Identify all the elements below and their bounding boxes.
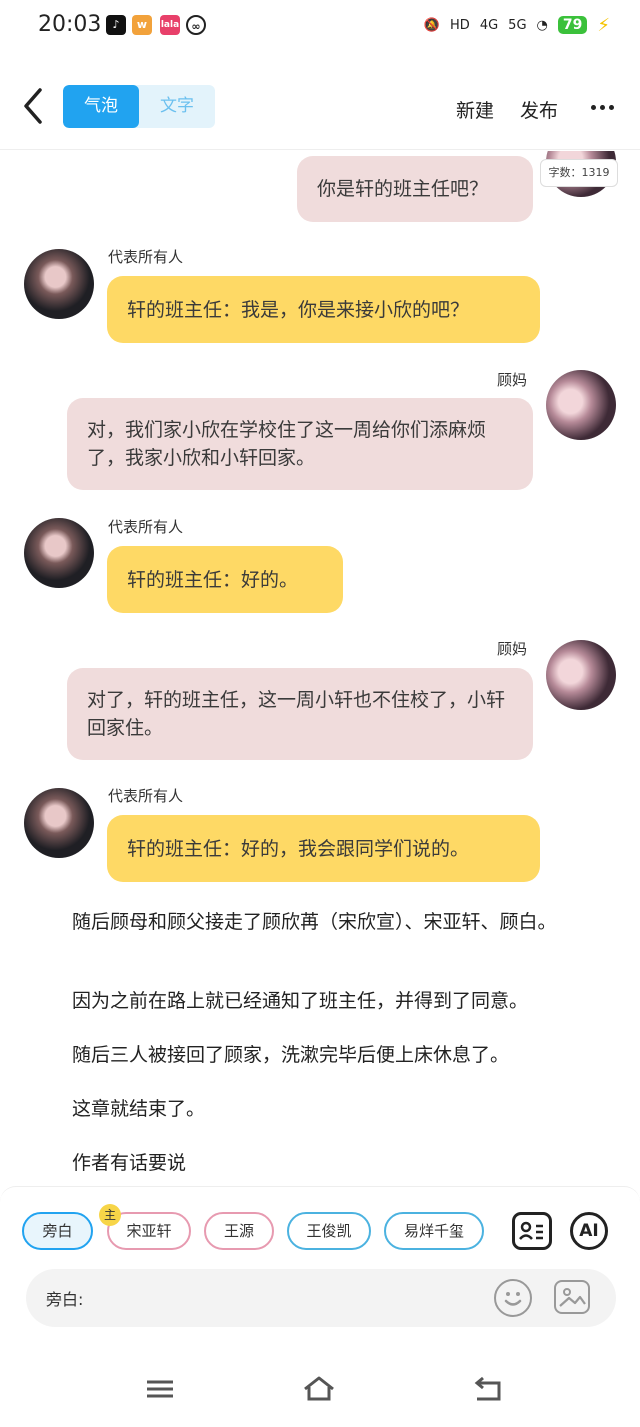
tab-bubble[interactable]: 气泡 (63, 85, 139, 128)
narration-paragraph[interactable]: 因为之前在路上就已经通知了班主任，并得到了同意。 (26, 987, 606, 1015)
sender-name: 代表所有人 (108, 248, 184, 266)
message-bubble[interactable]: 你是轩的班主任吧？ (297, 156, 533, 222)
system-nav-bar (0, 1352, 640, 1427)
avatar-everyone[interactable] (24, 249, 94, 319)
avatar-everyone[interactable] (24, 788, 94, 858)
sender-name: 顾妈 (497, 640, 528, 658)
weibo-icon: w (132, 15, 152, 35)
tiktok-icon: ♪ (106, 15, 126, 35)
menu-icon[interactable] (143, 1374, 177, 1404)
composer-panel: 旁白 宋亚轩 主 王源 王俊凯 易烊千玺 AI 旁白: (0, 1186, 640, 1351)
publish-button[interactable]: 发布 (520, 96, 558, 123)
tab-text[interactable]: 文字 (139, 85, 215, 128)
charging-icon: ⚡ (597, 14, 610, 36)
message-bubble[interactable]: 轩的班主任：好的。 (107, 546, 343, 613)
network-4g: 4G (479, 17, 499, 33)
network-5g: 5G (508, 17, 527, 33)
battery-level: 79 (557, 16, 588, 34)
mute-bell-icon: 🔕 (423, 17, 441, 33)
input-role-label: 旁白: (46, 1290, 84, 1309)
wifi-icon: ◔ (536, 17, 548, 33)
word-count-badge: 字数：1319 (540, 159, 618, 187)
chat-area: 你是轩的班主任吧？ 字数：1319 代表所有人 轩的班主任：我是，你是来接小欣的… (0, 151, 640, 1186)
narration-paragraph[interactable]: 随后三人被接回了顾家，洗漱完毕后便上床休息了。 (26, 1041, 606, 1069)
mode-switch: 气泡 文字 (63, 85, 215, 128)
sender-name: 代表所有人 (108, 518, 184, 536)
ai-button[interactable]: AI (570, 1212, 608, 1250)
narration-paragraph[interactable]: 随后顾母和顾父接走了顾欣苒（宋欣宣）、宋亚轩、顾白。 (26, 908, 606, 936)
back-arrow-icon[interactable] (18, 84, 50, 128)
narration-paragraph[interactable]: 作者有话要说 (26, 1149, 606, 1177)
avatar-everyone[interactable] (24, 518, 94, 588)
hd-label: HD (450, 17, 470, 33)
status-time: 20:03 (38, 12, 102, 37)
host-badge: 主 (99, 1204, 121, 1226)
character-card-icon[interactable] (512, 1212, 552, 1250)
lala-icon: lala (160, 15, 180, 35)
new-button[interactable]: 新建 (456, 96, 494, 123)
role-yi-yangqianxi[interactable]: 易烊千玺 (384, 1212, 484, 1250)
link-icon: ∞ (186, 15, 206, 35)
message-bubble[interactable]: 轩的班主任：好的，我会跟同学们说的。 (107, 815, 540, 882)
message-bubble[interactable]: 轩的班主任：我是，你是来接小欣的吧？ (107, 276, 540, 343)
message-bubble[interactable]: 对，我们家小欣在学校住了这一周给你们添麻烦了，我家小欣和小轩回家。 (67, 398, 533, 490)
status-indicators: 🔕 HD 4G 5G ◔ 79 ⚡ (424, 12, 610, 38)
top-bar: 气泡 文字 新建 发布 (0, 70, 640, 150)
image-icon[interactable] (554, 1280, 590, 1314)
role-narrator[interactable]: 旁白 (22, 1212, 93, 1250)
avatar-mom[interactable] (546, 370, 616, 440)
avatar-mom[interactable] (546, 640, 616, 710)
narration-paragraph[interactable]: 这章就结束了。 (26, 1095, 606, 1123)
emoji-icon[interactable] (494, 1279, 532, 1317)
sender-name: 代表所有人 (108, 787, 184, 805)
home-icon[interactable] (302, 1374, 336, 1404)
role-wang-junkai[interactable]: 王俊凯 (287, 1212, 371, 1250)
message-bubble[interactable]: 对了，轩的班主任，这一周小轩也不住校了，小轩回家住。 (67, 668, 533, 760)
more-options-icon[interactable] (591, 105, 614, 110)
role-wang-yuan[interactable]: 王源 (204, 1212, 274, 1250)
back-nav-icon[interactable] (471, 1374, 505, 1404)
message-input[interactable]: 旁白: (26, 1269, 616, 1327)
sender-name: 顾妈 (497, 371, 528, 389)
status-bar: 20:03 ♪ w lala ∞ 🔕 HD 4G 5G ◔ 79 ⚡ (0, 0, 640, 52)
